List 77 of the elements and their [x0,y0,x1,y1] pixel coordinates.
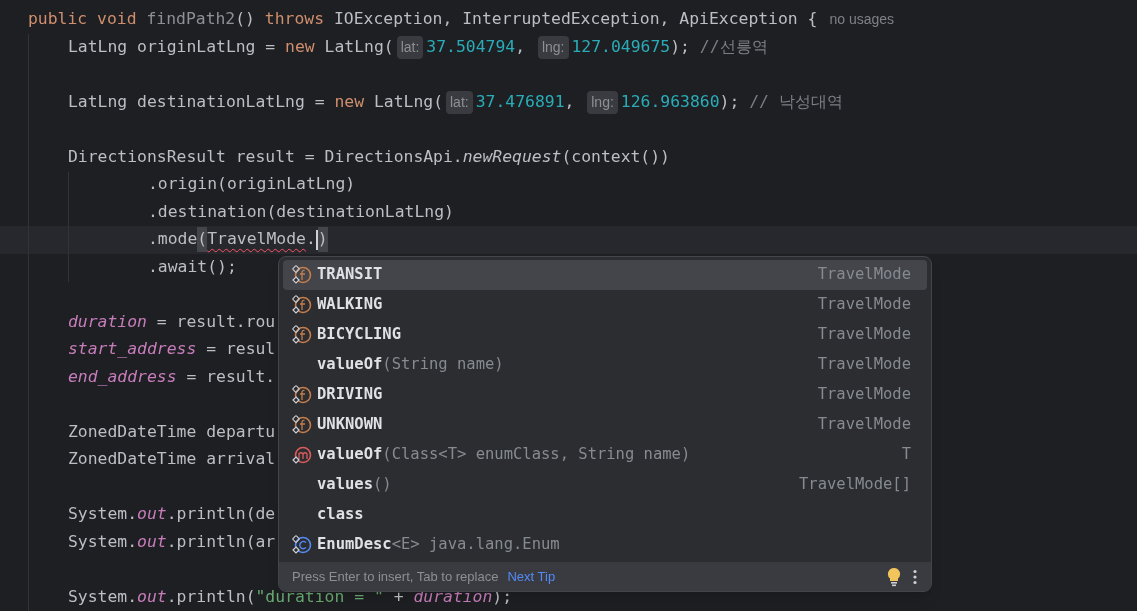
field-icon [291,385,313,405]
code-keyword: new [285,35,316,58]
completion-item[interactable]: valueOf(String name) TravelMode [283,350,927,380]
code-text: ); [670,35,691,58]
parameter-hint: lat: [396,35,424,59]
parameter-hint: lat: [446,90,473,114]
code-text: LatLng destinationLatLng = [68,90,326,113]
field-name: end_address [68,365,177,388]
completion-item[interactable]: TRANSIT TravelMode [283,260,927,290]
code-text: .mode [148,228,198,251]
code-text: LatLng( [324,35,394,58]
code-text: .origin(originLatLng) [148,173,356,196]
code-text: LatLng originLatLng = [68,35,277,58]
matched-brace: ) [317,227,328,253]
number-literal: 126.963860 [620,90,720,113]
code-keyword: new [334,90,366,113]
code-text: = result. [185,365,276,388]
code-text: .println(ar [166,530,276,553]
code-text: System. [68,503,138,526]
class-icon [291,535,313,555]
completion-item[interactable]: class [283,500,927,530]
code-keyword: throws [264,8,326,31]
field-name: out [137,585,167,608]
code-text: LatLng( [373,90,443,113]
matched-brace: ( [197,227,208,253]
code-text: , [515,35,527,58]
error-token: TravelMode [207,228,306,251]
code-text: , [564,90,576,113]
code-comment: // 낙성대역 [749,90,843,113]
code-text: .println(de [166,503,276,526]
code-keyword: public void [28,8,138,31]
number-literal: 37.504794 [426,35,516,58]
code-text: DirectionsResult result = DirectionsApi. [68,145,463,168]
method-name: findPath2 [146,8,236,31]
field-icon [291,325,313,345]
parameter-hint: lng: [587,90,618,114]
static-method: newRequest [462,145,562,168]
field-name: out [137,530,167,553]
code-text: System. [68,530,138,553]
method-icon [291,445,313,465]
code-text: ); [719,90,741,113]
lightbulb-icon[interactable] [887,566,901,587]
field-name: duration [413,585,493,608]
field-icon [291,415,313,435]
code-comment: //선릉역 [699,35,768,58]
footer-hint: Press Enter to insert, Tab to replace [292,567,499,586]
usage-hint[interactable]: no usages [829,9,895,31]
completion-item[interactable]: WALKING TravelMode [283,290,927,320]
code-text: .await(); [148,255,237,278]
field-icon [291,265,313,285]
code-text: = resul [205,338,276,361]
text-caret [315,229,318,250]
code-text: ZonedDateTime arrival [68,448,276,471]
more-icon[interactable] [912,568,918,585]
completion-item[interactable]: DRIVING TravelMode [283,380,927,410]
code-text: + [392,585,405,608]
field-name: duration [68,310,147,333]
code-text: = result.rou [155,310,276,333]
field-name: start_address [68,338,197,361]
parameter-hint: lng: [537,35,569,59]
completion-item[interactable]: valueOf(Class<T> enumClass, String name) T [283,440,927,470]
number-literal: 127.049675 [571,35,671,58]
code-text: () [235,8,256,31]
code-text: . [305,228,316,251]
code-text: ZonedDateTime departu [68,420,276,443]
field-name: out [137,503,167,526]
completion-item[interactable]: BICYCLING TravelMode [283,320,927,350]
code-text: System. [68,585,138,608]
field-icon [291,295,313,315]
completion-item[interactable]: EnumDesc<E> java.lang.Enum [283,530,927,560]
code-text: (context()) [561,145,670,168]
number-literal: 37.476891 [475,90,565,113]
completion-item[interactable]: UNKNOWN TravelMode [283,410,927,440]
code-text: .println( [166,585,256,608]
code-text: IOException, InterruptedException, ApiException { [333,8,818,31]
completion-item[interactable]: values() TravelMode[] [283,470,927,500]
code-text: .destination(destinationLatLng) [148,200,454,223]
